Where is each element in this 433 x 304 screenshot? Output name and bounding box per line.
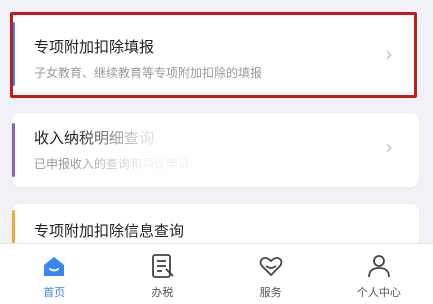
income-tax-detail-query-card[interactable]: 收入纳税明细查询 已申报收入的查询和异议申诉 › [12,113,419,187]
tax-document-icon [152,254,175,278]
tab-label: 首页 [43,286,66,299]
tab-service[interactable]: 服务 [217,244,325,304]
card-accent-bar [12,123,15,177]
tab-label: 服务 [259,286,282,299]
tab-tax[interactable]: 办税 [108,244,216,304]
tab-profile[interactable]: 个人中心 [325,244,433,304]
tab-label: 个人中心 [356,286,401,299]
tab-home[interactable]: 首页 [0,244,108,304]
home-icon [44,257,65,276]
card-title: 专项附加扣除信息查询 [34,222,185,240]
heart-hands-icon [259,256,283,276]
blur-overlay [72,119,352,179]
tab-label: 办税 [151,286,174,299]
chevron-right-icon: › [385,135,393,159]
person-icon [367,255,390,278]
bottom-tab-bar: 首页 办税 服务 个人中心 [0,243,433,304]
highlight-box [10,12,417,98]
